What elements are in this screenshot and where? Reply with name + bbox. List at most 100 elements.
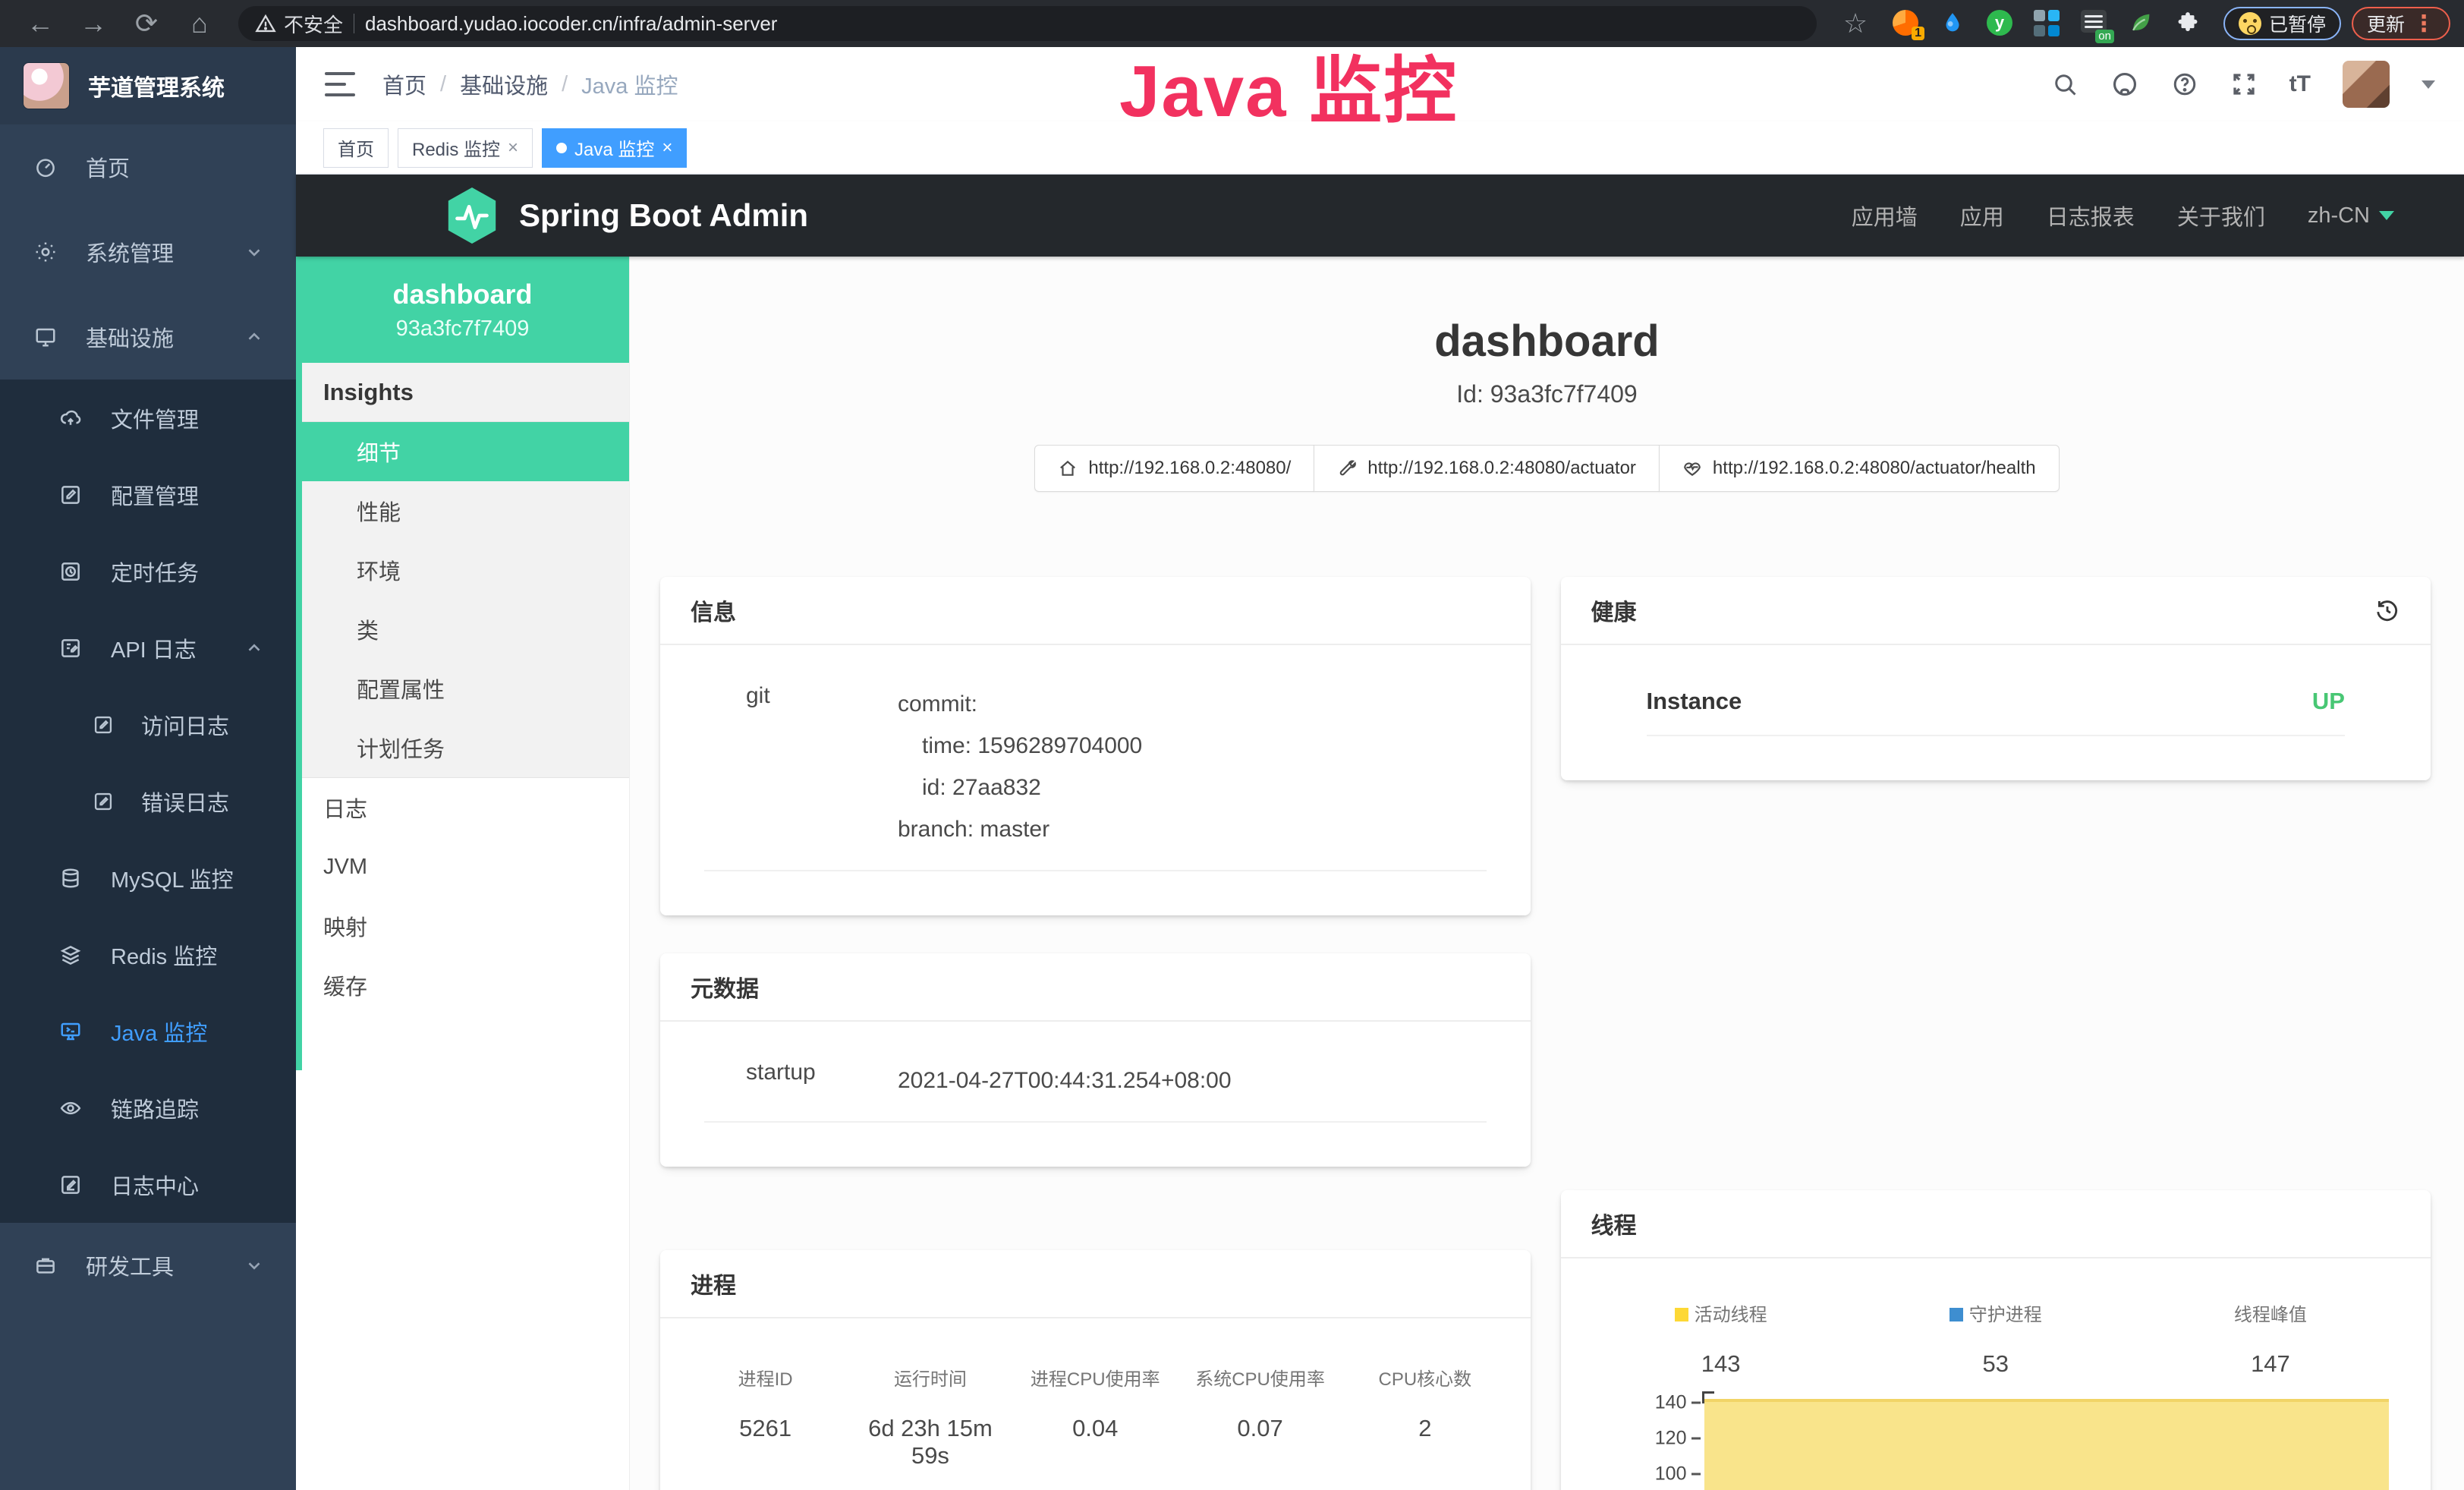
cloud-upload-icon <box>59 407 82 430</box>
sidebar-item-mysql-monitor[interactable]: MySQL 监控 <box>0 840 296 916</box>
security-label[interactable]: 不安全 <box>284 10 343 38</box>
sba-nav-about[interactable]: 关于我们 <box>2177 200 2265 232</box>
recorder-paused-chip[interactable]: 已暂停 <box>2223 7 2341 40</box>
extension-badge: 1 <box>1912 27 1924 40</box>
sidebar: 芋道管理系统 首页 系统管理 基础设施 文件管理 配置管理 <box>0 47 296 1490</box>
github-icon[interactable] <box>2110 70 2139 99</box>
user-avatar[interactable] <box>2343 61 2390 108</box>
tab-home[interactable]: 首页 <box>323 128 389 168</box>
instance-status-row: Instance UP <box>1561 645 2431 715</box>
sba-brand[interactable]: Spring Boot Admin <box>445 186 808 245</box>
sidebar-item-config-management[interactable]: 配置管理 <box>0 456 296 533</box>
extension-green-y-icon[interactable]: y <box>1987 10 2014 37</box>
link-url: http://192.168.0.2:48080/actuator/health <box>1713 458 2036 479</box>
browser-forward-icon[interactable]: → <box>67 8 120 39</box>
help-icon[interactable] <box>2171 71 2198 98</box>
sba-item-jvm[interactable]: JVM <box>296 837 629 896</box>
sidebar-brand[interactable]: 芋道管理系统 <box>0 47 296 124</box>
instance-health-link[interactable]: http://192.168.0.2:48080/actuator/health <box>1659 445 2060 492</box>
health-card-header: 健康 <box>1561 577 2431 645</box>
git-branch-line: branch: master <box>898 808 1142 850</box>
cards-grid: 信息 git commit: time: 1596289704000 id: 2… <box>630 577 2464 1490</box>
close-icon[interactable]: × <box>508 137 518 159</box>
git-id-line: id: 27aa832 <box>898 767 1142 808</box>
sba-item-environment[interactable]: 环境 <box>296 540 629 600</box>
sidebar-item-java-monitor[interactable]: Java 监控 <box>0 993 296 1069</box>
bookmark-star-icon[interactable]: ☆ <box>1829 8 1882 39</box>
sba-item-scheduled-tasks[interactable]: 计划任务 <box>296 718 629 777</box>
stat-cpu-cores: CPU核心数 2 <box>1342 1364 1507 1470</box>
chevron-down-icon <box>2379 211 2394 220</box>
instance-link-bar: http://192.168.0.2:48080/ http://192.168… <box>630 445 2464 492</box>
active-tab-dot <box>556 143 567 153</box>
font-size-icon[interactable]: tT <box>2289 71 2311 97</box>
stat-process-cpu: 进程CPU使用率 0.04 <box>1013 1364 1178 1470</box>
metadata-card: 元数据 startup 2021-04-27T00:44:31.254+08:0… <box>660 953 1531 1167</box>
extension-list-icon[interactable]: on <box>2081 10 2108 37</box>
extension-leaf-icon[interactable] <box>2128 10 2155 37</box>
sidebar-item-redis-monitor[interactable]: Redis 监控 <box>0 916 296 993</box>
sba-section-insights: Insights <box>296 363 629 422</box>
breadcrumb-infrastructure[interactable]: 基础设施 <box>460 68 548 100</box>
sidebar-item-label: 系统管理 <box>86 236 174 268</box>
app-layout: 芋道管理系统 首页 系统管理 基础设施 文件管理 配置管理 <box>0 47 2464 1490</box>
sba-item-mappings[interactable]: 映射 <box>296 896 629 956</box>
sba-item-performance[interactable]: 性能 <box>296 481 629 540</box>
extensions-puzzle-icon[interactable] <box>2175 10 2202 37</box>
address-bar[interactable]: 不安全 dashboard.yudao.iocoder.cn/infra/adm… <box>238 6 1817 41</box>
sidebar-item-api-log[interactable]: API 日志 <box>0 610 296 686</box>
tab-java-monitor[interactable]: Java 监控 × <box>542 128 687 168</box>
sidebar-item-system-management[interactable]: 系统管理 <box>0 209 296 295</box>
sba-nav-wall[interactable]: 应用墙 <box>1852 200 1918 232</box>
gear-icon <box>34 241 57 263</box>
search-icon[interactable] <box>2051 71 2079 98</box>
sidebar-item-file-management[interactable]: 文件管理 <box>0 380 296 456</box>
extension-grid-icon[interactable] <box>2034 10 2061 37</box>
hamburger-icon[interactable] <box>325 72 355 96</box>
url-text[interactable]: dashboard.yudao.iocoder.cn/infra/admin-s… <box>365 12 777 36</box>
tab-redis-monitor[interactable]: Redis 监控 × <box>398 128 533 168</box>
sidebar-item-scheduled-jobs[interactable]: 定时任务 <box>0 533 296 610</box>
instance-actuator-link[interactable]: http://192.168.0.2:48080/actuator <box>1314 445 1660 492</box>
browser-reload-icon[interactable]: ⟳ <box>120 8 173 39</box>
sidebar-item-access-log[interactable]: 访问日志 <box>0 686 296 763</box>
sba-item-classes[interactable]: 类 <box>296 600 629 659</box>
sidebar-item-trace[interactable]: 链路追踪 <box>0 1069 296 1146</box>
sba-app-header[interactable]: dashboard 93a3fc7f7409 <box>296 257 629 363</box>
sba-item-details[interactable]: 细节 <box>296 422 629 481</box>
sidebar-item-error-log[interactable]: 错误日志 <box>0 763 296 840</box>
paused-label: 已暂停 <box>2269 10 2326 37</box>
threads-chart: 140 120 100 <box>1561 1390 2431 1490</box>
edit-square-icon <box>59 484 82 506</box>
sidebar-item-dev-tools[interactable]: 研发工具 <box>0 1223 296 1308</box>
history-icon[interactable] <box>2374 597 2400 623</box>
log-edit-icon <box>59 637 82 660</box>
sidebar-item-infrastructure[interactable]: 基础设施 <box>0 295 296 380</box>
breadcrumb-home[interactable]: 首页 <box>382 68 426 100</box>
chrome-menu-icon[interactable]: ⋮ <box>2412 11 2435 37</box>
chrome-update-button[interactable]: 更新 ⋮ <box>2352 7 2450 40</box>
sba-item-logs[interactable]: 日志 <box>296 778 629 837</box>
fullscreen-icon[interactable] <box>2230 71 2258 98</box>
sba-nav-journal[interactable]: 日志报表 <box>2047 200 2135 232</box>
extension-orange-icon[interactable]: 1 <box>1893 10 1920 37</box>
sidebar-item-log-center[interactable]: 日志中心 <box>0 1146 296 1223</box>
sidebar-item-home[interactable]: 首页 <box>0 124 296 209</box>
sba-item-caches[interactable]: 缓存 <box>296 956 629 1015</box>
sidebar-item-label: MySQL 监控 <box>111 862 234 894</box>
sba-language-select[interactable]: zh-CN <box>2308 203 2394 228</box>
sba-app-name: dashboard <box>392 279 532 310</box>
sba-item-config-props[interactable]: 配置属性 <box>296 659 629 718</box>
link-url: http://192.168.0.2:48080/actuator <box>1367 458 1636 479</box>
breadcrumb-current: Java 监控 <box>581 68 678 100</box>
sba-nav-applications[interactable]: 应用 <box>1960 200 2004 232</box>
legend-yellow-swatch <box>1675 1308 1688 1321</box>
cards-right-column: 健康 Instance UP 线程 <box>1561 577 2431 1490</box>
browser-home-icon[interactable]: ⌂ <box>173 8 226 39</box>
avatar-caret-icon[interactable] <box>2422 80 2435 89</box>
info-card-header: 信息 <box>660 577 1531 645</box>
browser-back-icon[interactable]: ← <box>14 8 67 39</box>
close-icon[interactable]: × <box>662 137 672 159</box>
extension-pin-icon[interactable] <box>1940 10 1967 37</box>
instance-home-link[interactable]: http://192.168.0.2:48080/ <box>1034 445 1314 492</box>
